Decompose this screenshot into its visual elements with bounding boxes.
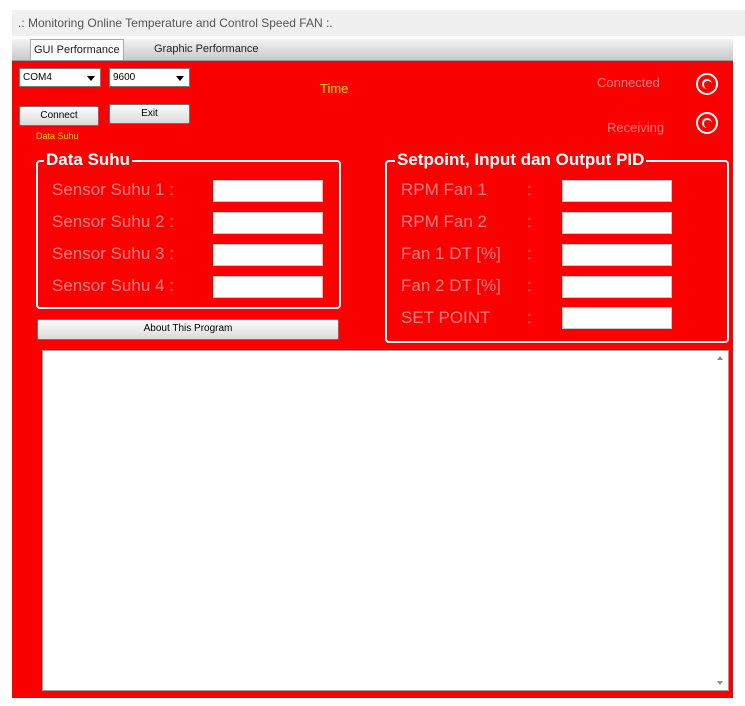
connected-indicator-icon	[696, 73, 718, 95]
window-title: .: Monitoring Online Temperature and Con…	[18, 16, 333, 30]
set-point-colon: :	[527, 308, 532, 327]
baud-rate-select[interactable]: 9600	[109, 68, 190, 87]
fan-1-dt-colon: :	[527, 244, 532, 263]
fan-1-dt-label: Fan 1 DT [%]	[401, 244, 501, 263]
pid-group: Setpoint, Input dan Output PID RPM Fan 1…	[385, 150, 729, 343]
window-title-bar: .: Monitoring Online Temperature and Con…	[12, 10, 745, 36]
fan-2-dt-label: Fan 2 DT [%]	[401, 276, 501, 295]
sensor-suhu-3-label: Sensor Suhu 3 :	[52, 244, 174, 263]
sensor-suhu-4-label: Sensor Suhu 4 :	[52, 276, 174, 295]
sensor-suhu-2-field[interactable]	[213, 212, 323, 234]
main-panel: COM4 9600 Connect Exit Time Data Suhu Co…	[12, 61, 733, 698]
sensor-suhu-3-field[interactable]	[213, 244, 323, 266]
com-port-select[interactable]: COM4	[19, 68, 101, 87]
vertical-scrollbar[interactable]	[714, 351, 728, 690]
sensor-suhu-4-field[interactable]	[213, 276, 323, 298]
scroll-up-icon[interactable]	[717, 356, 723, 360]
tab-graphic-performance[interactable]: Graphic Performance	[151, 39, 262, 60]
chevron-down-icon	[176, 76, 184, 81]
com-port-value: COM4	[23, 72, 52, 83]
log-textarea[interactable]	[42, 350, 729, 691]
rpm-fan-2-colon: :	[527, 212, 532, 231]
tab-strip: GUI Performance Graphic Performance	[12, 39, 733, 61]
set-point-label: SET POINT	[401, 308, 491, 327]
receiving-label: Receiving	[607, 120, 665, 135]
exit-button[interactable]: Exit	[109, 104, 190, 124]
connect-button[interactable]: Connect	[19, 106, 99, 126]
rpm-fan-1-label: RPM Fan 1	[401, 180, 487, 199]
connected-label: Connected	[597, 75, 660, 90]
receiving-indicator-icon	[696, 112, 718, 134]
pid-group-title: Setpoint, Input dan Output PID	[395, 150, 647, 170]
baud-rate-value: 9600	[113, 72, 136, 83]
fan-2-dt-field[interactable]	[562, 276, 672, 298]
rpm-fan-1-colon: :	[527, 180, 532, 199]
time-label: Time	[320, 81, 349, 96]
scroll-down-icon[interactable]	[717, 681, 723, 685]
sensor-suhu-1-label: Sensor Suhu 1 :	[52, 180, 174, 199]
sensor-suhu-2-label: Sensor Suhu 2 :	[52, 212, 174, 231]
rpm-fan-2-field[interactable]	[562, 212, 672, 234]
about-program-button[interactable]: About This Program	[37, 319, 339, 340]
fan-2-dt-colon: :	[527, 276, 532, 295]
set-point-field[interactable]	[562, 307, 672, 329]
data-suhu-group: Data Suhu Sensor Suhu 1 : Sensor Suhu 2 …	[36, 150, 341, 309]
chevron-down-icon	[87, 76, 95, 81]
rpm-fan-1-field[interactable]	[562, 180, 672, 202]
tab-gui-performance[interactable]: GUI Performance	[30, 39, 124, 60]
sensor-suhu-1-field[interactable]	[213, 180, 323, 202]
rpm-fan-2-label: RPM Fan 2	[401, 212, 487, 231]
status-small-label: Data Suhu	[36, 131, 79, 141]
fan-1-dt-field[interactable]	[562, 244, 672, 266]
data-suhu-title: Data Suhu	[44, 150, 133, 170]
